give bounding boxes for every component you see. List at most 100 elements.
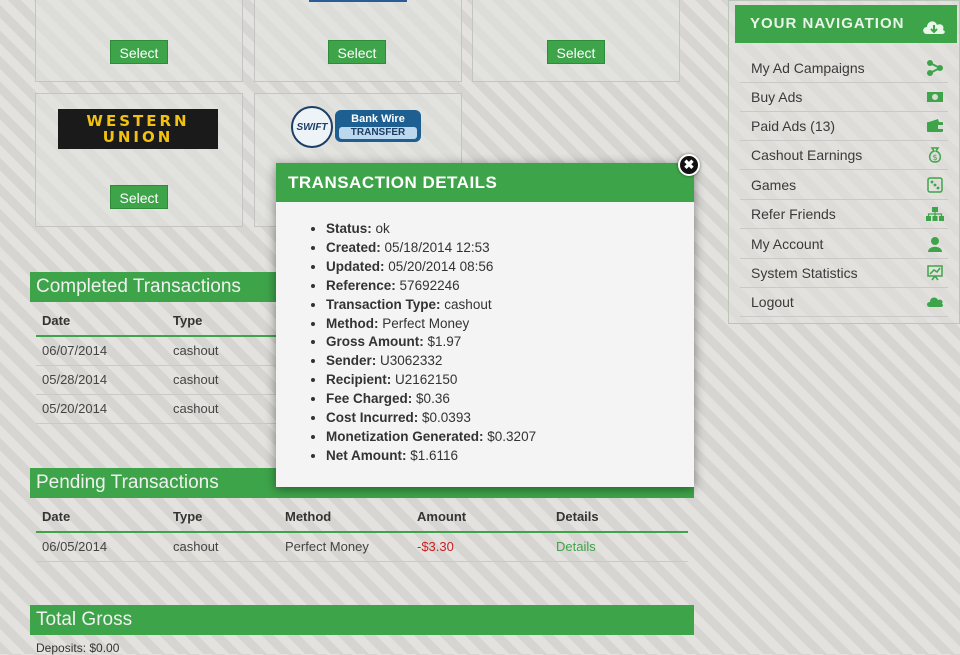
detail-label: Status: [326,221,372,236]
deposits-total: Deposits: $0.00 [36,641,120,655]
detail-value: $0.3207 [487,428,537,444]
sidebar-item-buy-ads[interactable]: Buy Ads [740,83,948,112]
detail-value: $1.6116 [410,447,459,463]
detail-value: $0.36 [416,391,450,407]
cell-date: 05/20/2014 [42,401,108,416]
sidebar-item-label: My Ad Campaigns [751,60,865,76]
sidebar-item-label: Buy Ads [751,89,803,105]
cell-date: 05/28/2014 [42,372,108,387]
navigation-title: YOUR NAVIGATION [735,5,957,43]
payment-card-1: Select [35,0,243,82]
details-link[interactable]: Details [556,533,596,561]
list-item: Net Amount: $1.6116 [326,447,694,466]
detail-value: U2162150 [395,372,458,388]
list-item: Reference: 57692246 [326,277,694,296]
user-icon [928,237,942,252]
detail-value: 05/18/2014 12:53 [384,239,490,255]
detail-value: ok [375,221,390,236]
detail-value: Perfect Money [382,315,470,331]
cell-date: 06/07/2014 [42,343,108,358]
detail-label: Recipient: [326,372,392,388]
detail-value: 05/20/2014 08:56 [388,258,494,274]
close-icon[interactable]: ✖ [678,154,700,176]
list-item: Status: ok [326,220,694,239]
sidebar-item-refer-friends[interactable]: Refer Friends [740,200,948,229]
sidebar-item-label: Paid Ads (13) [751,118,836,134]
table-row: 06/05/2014 cashout Perfect Money -$3.30 … [36,533,688,562]
payment-logo [309,0,407,2]
list-item: Gross Amount: $1.97 [326,333,694,352]
swift-logo: SWIFT [291,106,333,148]
navigation-title-text: YOUR NAVIGATION [750,15,905,32]
list-item: Transaction Type: cashout [326,296,694,315]
sidebar-item-label: My Account [751,236,824,252]
detail-label: Fee Charged: [326,391,413,407]
select-button-1[interactable]: Select [110,40,168,64]
list-item: Created: 05/18/2014 12:53 [326,239,694,258]
table-header: Date Type Method Amount Details [36,505,688,533]
sidebar-item-my-account[interactable]: My Account [740,230,948,259]
sidebar-item-label: Refer Friends [751,206,836,222]
sidebar-item-games[interactable]: Games [740,171,948,200]
detail-label: Created: [326,239,381,255]
column-header-date: Date [42,509,71,524]
cell-method: Perfect Money [285,539,369,554]
payment-card-western-union: WESTERN UNION Select [35,93,243,227]
sidebar-item-label: Games [751,177,797,193]
select-button-3[interactable]: Select [547,40,605,64]
list-item: Updated: 05/20/2014 08:56 [326,258,694,277]
chart-icon [927,265,943,281]
column-header-method: Method [285,509,332,524]
share-icon [927,60,943,76]
detail-label: Cost Incurred: [326,410,419,426]
list-item: Cost Incurred: $0.0393 [326,409,694,428]
payment-card-3: Select [472,0,680,82]
sidebar-item-cashout-earnings[interactable]: Cashout Earnings $ [740,141,948,170]
detail-value: $0.0393 [422,410,471,426]
sidebar-item-label: Logout [751,294,794,310]
cloud-icon [927,297,944,307]
money-bag-icon: $ [928,147,942,163]
list-item: Recipient: U2162150 [326,371,694,390]
sidebar-item-logout[interactable]: Logout [740,288,948,317]
svg-text:$: $ [932,153,937,162]
detail-label: Gross Amount: [326,334,424,350]
transaction-details-modal: TRANSACTION DETAILS Status: ok Created: … [276,163,694,487]
column-header-details: Details [556,509,599,524]
select-button-2[interactable]: Select [328,40,386,64]
modal-title: TRANSACTION DETAILS [276,163,694,202]
list-item: Sender: U3062332 [326,352,694,371]
list-item: Fee Charged: $0.36 [326,390,694,409]
detail-label: Sender: [326,353,377,369]
bank-wire-logo: Bank Wire TRANSFER [335,110,421,142]
detail-label: Method: [326,315,379,331]
money-icon [927,92,943,102]
cloud-icon [921,14,947,52]
cell-date: 06/05/2014 [42,539,108,554]
sidebar-item-paid-ads[interactable]: Paid Ads (13) [740,112,948,141]
sidebar-item-system-statistics[interactable]: System Statistics [740,259,948,288]
total-gross-header: Total Gross [30,605,694,635]
transaction-details-list: Status: ok Created: 05/18/2014 12:53 Upd… [276,220,694,466]
cell-amount: -$3.30 [417,539,454,554]
column-header-type: Type [173,509,203,524]
sidebar-item-my-ad-campaigns[interactable]: My Ad Campaigns [740,54,948,83]
detail-label: Transaction Type: [326,296,441,312]
wallet-icon [927,119,943,132]
detail-value: 57692246 [399,277,460,293]
list-item: Monetization Generated: $0.3207 [326,428,694,447]
payment-card-2: Select [254,0,462,82]
detail-label: Reference: [326,277,396,293]
column-header-type: Type [173,313,203,328]
detail-label: Monetization Generated: [326,428,484,444]
select-button-western-union[interactable]: Select [110,185,168,209]
detail-value: $1.97 [427,334,462,350]
detail-label: Net Amount: [326,447,407,463]
column-header-amount: Amount [417,509,467,524]
detail-label: Updated: [326,258,385,274]
cell-type: cashout [173,539,219,554]
cell-type: cashout [173,401,219,416]
dice-icon [927,177,943,193]
detail-value: cashout [444,296,492,312]
cell-type: cashout [173,372,219,387]
